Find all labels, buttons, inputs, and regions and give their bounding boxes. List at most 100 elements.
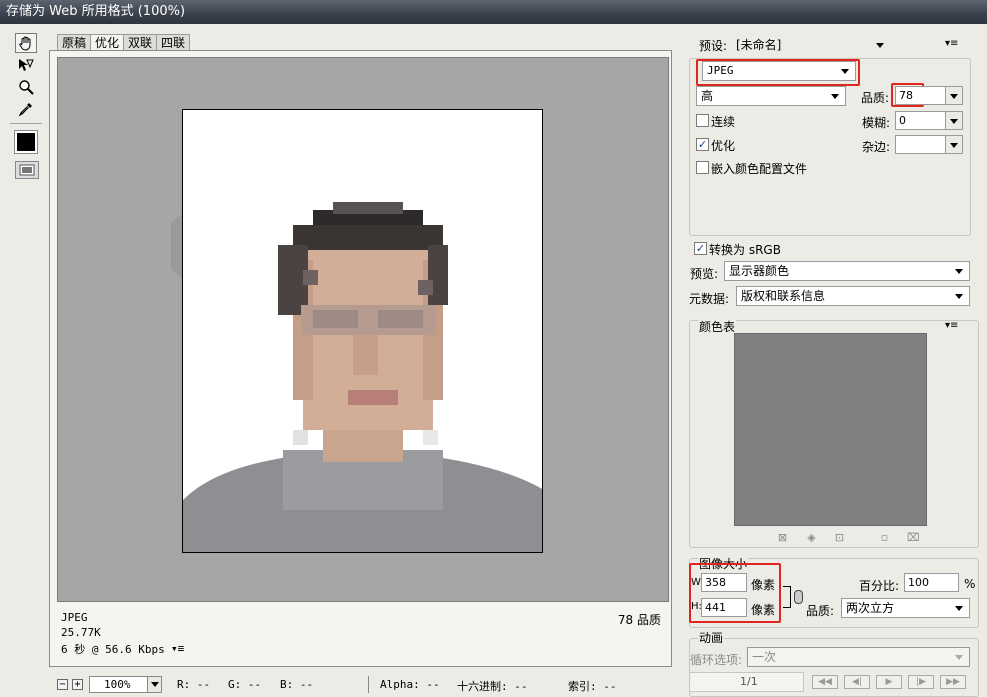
animation-title: 动画 <box>698 629 725 646</box>
loop-options-dropdown[interactable]: 一次 <box>747 647 970 667</box>
quality-field[interactable]: 78 <box>895 86 963 105</box>
zoom-dropdown-button[interactable] <box>147 676 162 693</box>
view-tabs: 原稿 优化 双联 四联 <box>57 34 191 51</box>
tab-4-up[interactable]: 四联 <box>156 34 191 51</box>
web-snap-icon[interactable]: ◈ <box>806 532 817 543</box>
chevron-down-icon <box>945 136 962 153</box>
status-r: R: -- <box>177 678 211 691</box>
zoom-icon <box>19 80 34 95</box>
link-icon[interactable] <box>794 590 803 604</box>
slice-visibility-icon <box>19 164 35 176</box>
resample-value: 两次立方 <box>846 601 895 615</box>
blur-slider-button[interactable] <box>945 112 962 129</box>
play-button[interactable]: ▶ <box>876 675 902 689</box>
chevron-down-icon <box>841 69 849 74</box>
lock-icon[interactable]: ⊡ <box>834 532 845 543</box>
metadata-value: 版权和联系信息 <box>741 289 826 303</box>
height-unit: 像素 <box>751 603 776 617</box>
hand-icon <box>19 36 31 51</box>
percent-field[interactable]: 100 <box>904 573 959 592</box>
blur-label: 模糊: <box>862 116 891 130</box>
window-title: 存储为 Web 所用格式 (100%) <box>0 0 987 24</box>
progressive-checkbox[interactable] <box>696 114 709 127</box>
height-value: 441 <box>705 601 726 614</box>
embed-profile-label: 嵌入颜色配置文件 <box>711 162 808 176</box>
status-hex: 十六进制: -- <box>457 680 528 693</box>
preset-value: [未命名] <box>736 38 782 52</box>
height-field[interactable]: 441 <box>701 598 747 617</box>
chevron-down-icon <box>831 94 839 99</box>
preset-dropdown[interactable]: [未命名] <box>734 35 884 55</box>
chevron-down-icon <box>955 655 963 660</box>
chevron-down-icon <box>955 294 963 299</box>
status-b: B: -- <box>280 678 314 691</box>
blur-field[interactable]: 0 <box>895 111 963 130</box>
slice-select-tool-button[interactable] <box>15 55 37 75</box>
loop-options-value: 一次 <box>752 650 777 664</box>
pixelated-portrait-image <box>183 202 542 552</box>
optimization-settings-panel: 预设: [未命名] ▾≡ JPEG 高 品质: 78 连续 模糊: 0 ✓ 优化… <box>681 30 987 697</box>
preset-menu-icon[interactable]: ▾≡ <box>945 38 958 49</box>
preview-value: 显示器颜色 <box>729 264 790 278</box>
optimized-image-preview[interactable] <box>182 109 543 553</box>
new-color-icon[interactable]: ▫ <box>879 532 890 543</box>
embed-profile-checkbox[interactable] <box>696 161 709 174</box>
quality-label: 品质: <box>861 91 890 105</box>
preview-dropdown[interactable]: 显示器颜色 <box>724 261 970 281</box>
resample-dropdown[interactable]: 两次立方 <box>841 598 970 618</box>
metadata-dropdown[interactable]: 版权和联系信息 <box>736 286 970 306</box>
color-table-swatches[interactable] <box>734 333 927 526</box>
first-frame-button[interactable]: ◀◀ <box>812 675 838 689</box>
tab-original[interactable]: 原稿 <box>57 34 92 51</box>
matte-dropdown[interactable] <box>895 135 963 154</box>
chevron-down-icon <box>955 606 963 611</box>
eyedropper-tool-button[interactable] <box>15 99 37 119</box>
tab-optimized[interactable]: 优化 <box>90 34 125 51</box>
percent-label: 百分比: <box>859 579 900 593</box>
convert-srgb-label: 转换为 sRGB <box>709 243 781 257</box>
hand-tool-button[interactable] <box>15 33 37 53</box>
status-g: G: -- <box>228 678 262 691</box>
toggle-slice-visibility-button[interactable] <box>15 161 39 179</box>
eyedropper-icon <box>18 103 32 117</box>
info-download-time: 6 秒 @ 56.6 Kbps <box>61 643 165 656</box>
zoom-in-button[interactable]: + <box>72 679 83 690</box>
last-frame-button[interactable]: ▶▶ <box>940 675 966 689</box>
quality-value: 78 <box>899 89 913 102</box>
optimization-info-panel: JPEG 25.77K 6 秒 @ 56.6 Kbps ▾≡ 78 品质 <box>57 605 669 663</box>
trash-icon[interactable]: ⌧ <box>907 532 920 543</box>
info-file-size: 25.77K <box>61 626 101 639</box>
tab-2-up[interactable]: 双联 <box>123 34 158 51</box>
chevron-down-icon <box>876 43 884 48</box>
frame-counter: 1/1 <box>740 675 758 688</box>
toolbox-divider <box>10 123 42 124</box>
zoom-out-button[interactable]: − <box>57 679 68 690</box>
blur-value: 0 <box>899 114 906 127</box>
chevron-down-icon <box>955 269 963 274</box>
matte-label: 杂边: <box>862 140 891 154</box>
next-frame-button[interactable]: |▶ <box>908 675 934 689</box>
map-transparency-icon[interactable]: ⊠ <box>777 532 788 543</box>
width-field[interactable]: 358 <box>701 573 747 592</box>
info-format: JPEG <box>61 611 88 624</box>
zoom-tool-button[interactable] <box>15 77 37 97</box>
compression-quality-dropdown[interactable]: 高 <box>696 86 846 106</box>
resample-label: 品质: <box>806 604 835 618</box>
constrain-bracket <box>783 586 791 608</box>
chevron-down-icon <box>150 682 159 687</box>
percent-unit: % <box>964 577 976 591</box>
loop-options-label: 循环选项: <box>690 653 743 667</box>
eyedropper-color-swatch[interactable] <box>14 130 38 154</box>
format-dropdown[interactable]: JPEG <box>702 61 856 81</box>
optimized-label: 优化 <box>711 139 736 153</box>
slice-select-icon <box>19 59 34 71</box>
optimized-checkbox[interactable]: ✓ <box>696 138 709 151</box>
convert-srgb-checkbox[interactable]: ✓ <box>694 242 707 255</box>
quality-slider-button[interactable] <box>945 87 962 104</box>
status-divider <box>368 676 369 693</box>
download-speed-menu-icon[interactable]: ▾≡ <box>171 642 184 655</box>
status-index: 索引: -- <box>568 680 617 693</box>
width-unit: 像素 <box>751 578 776 592</box>
previous-frame-button[interactable]: ◀| <box>844 675 870 689</box>
color-table-menu-icon[interactable]: ▾≡ <box>945 320 958 331</box>
